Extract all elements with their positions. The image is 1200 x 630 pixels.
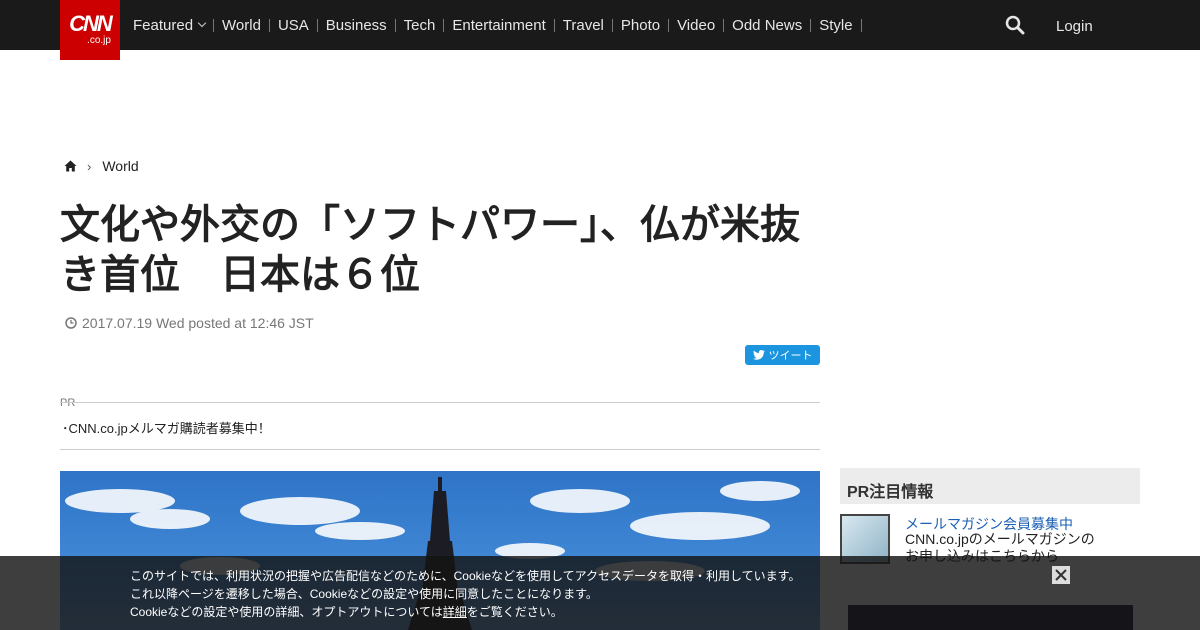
pr-label: PR: [60, 397, 76, 409]
logo-text: CNN: [69, 11, 113, 36]
nav-tech[interactable]: Tech: [396, 17, 444, 34]
logo-subtext: .co.jp: [87, 35, 111, 46]
cookie-text: このサイトでは、利用状況の把握や広告配信などのために、Cookieなどを使用して…: [130, 567, 800, 621]
nav-usa[interactable]: USA: [270, 17, 317, 34]
cookie-line-2: これ以降ページを遷移した場合、Cookieなどの設定や使用に同意したことになりま…: [130, 587, 598, 601]
cookie-line-1: このサイトでは、利用状況の把握や広告配信などのために、Cookieなどを使用して…: [130, 569, 801, 583]
login-link[interactable]: Login: [1056, 18, 1093, 35]
pr-newsletter-link[interactable]: ･CNN.co.jpメルマガ購読者募集中！: [62, 418, 271, 437]
search-button[interactable]: [1004, 14, 1026, 36]
divider: [60, 449, 820, 450]
nav-business[interactable]: Business: [318, 17, 395, 34]
chevron-down-icon: [197, 18, 207, 28]
tweet-label: ツイート: [768, 350, 813, 362]
top-nav-bar: Featured World USA Business Tech Enterta…: [0, 0, 1200, 50]
nav-featured[interactable]: Featured: [125, 17, 213, 34]
cookie-line-3: Cookieなどの設定や使用の詳細、オプトアウトについては詳細をご覧ください。: [130, 605, 563, 619]
nav-divider: [860, 18, 862, 32]
cookie-details-link[interactable]: 詳細: [443, 605, 467, 619]
breadcrumb: › World: [64, 158, 139, 174]
search-icon: [1005, 15, 1025, 35]
tweet-button[interactable]: ツイート: [745, 345, 820, 365]
nav-travel[interactable]: Travel: [555, 17, 612, 34]
nav-odd-news[interactable]: Odd News: [724, 17, 810, 34]
home-icon[interactable]: [64, 160, 77, 172]
nav-style[interactable]: Style: [811, 17, 860, 34]
date-text: 2017.07.19 Wed posted at 12:46 JST: [82, 315, 314, 331]
cookie-banner: このサイトでは、利用状況の把握や広告配信などのために、Cookieなどを使用して…: [0, 556, 1200, 630]
pr-heading: PR注目情報: [840, 468, 1140, 504]
nav-video[interactable]: Video: [669, 17, 723, 34]
chevron-right-icon: ›: [87, 158, 92, 174]
article-date: 2017.07.19 Wed posted at 12:46 JST: [65, 315, 314, 331]
nav-world[interactable]: World: [214, 17, 269, 34]
twitter-icon: [752, 350, 765, 360]
breadcrumb-section[interactable]: World: [102, 158, 138, 174]
clock-icon: [65, 317, 77, 329]
nav-entertainment[interactable]: Entertainment: [444, 17, 553, 34]
close-icon: [1055, 569, 1067, 581]
divider: [60, 402, 820, 403]
nav-photo[interactable]: Photo: [613, 17, 668, 34]
article-title: 文化や外交の「ソフトパワー」、仏が米抜き首位 日本は６位: [60, 202, 800, 298]
cnn-logo[interactable]: CNN .co.jp: [60, 0, 120, 60]
main-nav: Featured World USA Business Tech Enterta…: [125, 0, 862, 50]
cookie-close-button[interactable]: [1052, 566, 1070, 584]
